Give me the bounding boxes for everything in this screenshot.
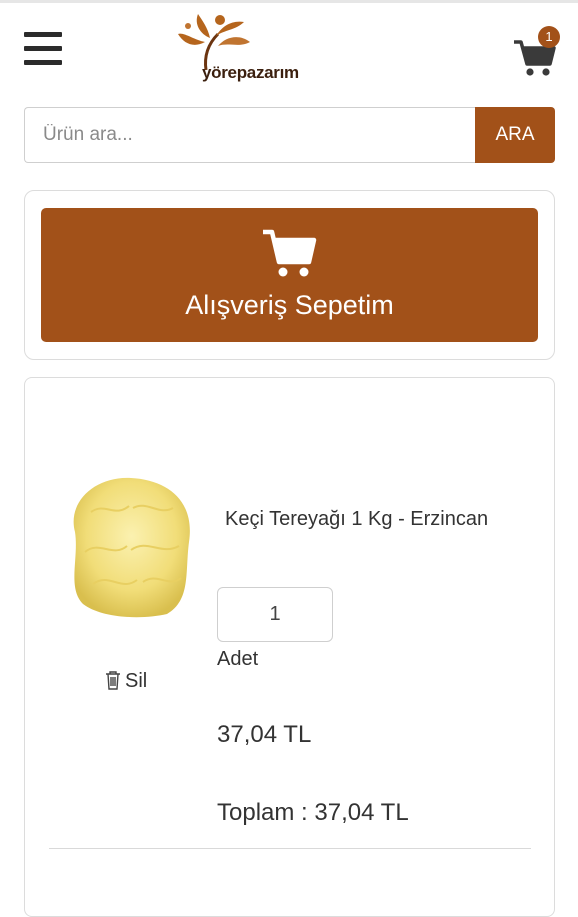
delete-item-button[interactable]: Sil — [105, 670, 147, 696]
quantity-input[interactable] — [217, 587, 333, 642]
cart-items-panel: Sil Keçi Tereyağı 1 Kg - Erzincan Adet 3… — [24, 377, 555, 917]
menu-icon[interactable] — [24, 32, 62, 66]
unit-price: 37,04 TL — [217, 721, 312, 748]
menu-bar — [24, 32, 62, 37]
search-button[interactable]: ARA — [475, 107, 555, 163]
menu-bar — [24, 60, 62, 65]
cart-title: Alışveriş Sepetim — [185, 290, 394, 320]
top-border — [0, 0, 578, 3]
header-cart-button[interactable]: 1 — [512, 26, 560, 78]
quantity-label: Adet — [217, 648, 259, 670]
product-image[interactable] — [61, 472, 197, 620]
logo-text: yörepazarım — [202, 63, 299, 82]
cart-count-badge: 1 — [538, 26, 560, 48]
site-logo[interactable]: yörepazarım — [170, 12, 310, 88]
cart-header-panel: Alışveriş Sepetim — [24, 190, 555, 360]
search-input[interactable] — [24, 107, 475, 163]
item-total: Toplam : 37,04 TL — [217, 799, 409, 826]
cart-icon — [263, 229, 317, 277]
item-divider — [49, 848, 531, 849]
trash-icon — [106, 671, 120, 690]
search-bar: ARA — [24, 107, 555, 163]
cart-title-banner: Alışveriş Sepetim — [41, 208, 538, 342]
menu-bar — [24, 46, 62, 51]
product-name[interactable]: Keçi Tereyağı 1 Kg - Erzincan — [225, 508, 488, 531]
delete-item-label: Sil — [125, 670, 148, 692]
